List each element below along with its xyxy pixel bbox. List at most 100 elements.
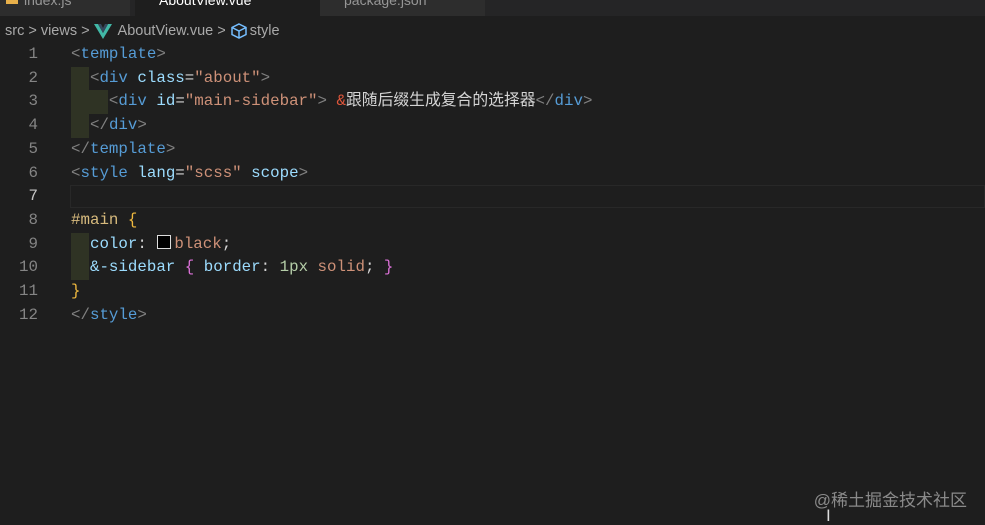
code-token: black [174, 234, 222, 253]
code-text: <div id="main-sidebar"> &跟随后缀生成复合的选择器</d… [71, 90, 593, 114]
code-token: : [137, 234, 157, 253]
json-file-icon [326, 0, 338, 4]
code-token: style [80, 163, 128, 182]
code-token: color [89, 234, 138, 253]
code-token: < [108, 92, 119, 111]
code-token: "about" [194, 68, 261, 87]
code-token: div [554, 92, 583, 111]
line-number: 3 [28, 92, 38, 111]
code-token: div [99, 68, 128, 87]
breadcrumb-item-symbol[interactable]: style [250, 23, 280, 39]
line-number: 1 [28, 45, 38, 63]
code-token: id [156, 92, 176, 111]
code-token: </ [535, 92, 555, 111]
breadcrumb: src > views > AboutView.vue > style [5, 20, 280, 42]
code-line[interactable]: 5 </template> [0, 138, 985, 162]
line-number: 7 [28, 187, 38, 206]
code-line[interactable]: 10 &-sidebar { border: 1px solid; } [0, 256, 985, 280]
code-text: </div> [71, 114, 147, 138]
tab-label: AboutView.vue [159, 0, 252, 8]
code-text: #main { [71, 209, 137, 233]
line-number: 6 [28, 163, 38, 182]
code-token: > [582, 92, 593, 111]
code-token: class [137, 68, 185, 87]
code-line[interactable]: 2 <div class="about"> [0, 67, 985, 91]
code-text: </template> [71, 138, 175, 162]
code-token: lang [137, 163, 176, 182]
code-token: </ [71, 139, 90, 158]
code-text: &-sidebar { border: 1px solid; } [71, 256, 393, 280]
code-text: <template> [71, 43, 166, 67]
code-line[interactable]: 1 <template> [0, 43, 985, 67]
code-line[interactable]: 9 color: black; [0, 233, 985, 257]
cube-icon [230, 23, 247, 40]
code-token: = [175, 92, 185, 111]
js-file-icon [6, 0, 18, 4]
code-token: } [383, 258, 394, 277]
breadcrumb-item-file[interactable]: AboutView.vue [118, 23, 214, 39]
color-swatch-icon[interactable] [157, 234, 172, 249]
code-line[interactable]: 11} [0, 280, 985, 304]
code-token: div [118, 92, 147, 111]
tab-label: index.js [24, 0, 72, 8]
code-line[interactable]: 6 <style lang="scss" scope> [0, 162, 985, 186]
line-number: 9 [28, 234, 38, 253]
tab-index-js[interactable]: index.js [0, 0, 130, 16]
tab-label: package.json [344, 0, 427, 8]
code-text: </style> [71, 304, 147, 328]
code-token: > [298, 163, 309, 182]
code-token: #main [71, 210, 119, 229]
code-token: { [184, 258, 195, 277]
tab-package-json[interactable]: package.json [320, 0, 485, 16]
code-token: > [137, 116, 147, 135]
breadcrumb-item-src[interactable]: src [5, 23, 24, 39]
tab-about-view[interactable]: AboutView.vue [135, 0, 320, 16]
code-line[interactable]: 7 [0, 185, 985, 209]
code-token: border [203, 258, 261, 277]
code-token: "main-sidebar" [184, 92, 318, 111]
code-token: 跟随后缀生成复合的选择器 [345, 92, 536, 111]
code-line[interactable]: 8 #main { [0, 209, 985, 233]
tab-bar: index.js AboutView.vue package.json [0, 0, 985, 16]
line-number: 10 [19, 258, 38, 277]
line-number: 2 [28, 68, 38, 87]
line-number: 12 [19, 305, 38, 324]
current-line-highlight [70, 185, 985, 209]
code-token: </ [89, 116, 109, 135]
code-line[interactable]: 12 </style> [0, 304, 985, 328]
code-token: ; [221, 234, 232, 253]
code-token: </ [71, 305, 90, 324]
code-token: div [108, 116, 138, 135]
code-token: > [317, 92, 327, 111]
vue-icon [93, 24, 112, 40]
code-token: > [156, 45, 166, 63]
breadcrumb-item-views[interactable]: views [41, 23, 77, 39]
code-line[interactable]: 4 </div> [0, 114, 985, 138]
code-token: = [175, 163, 185, 182]
line-number: 4 [28, 116, 38, 135]
code-token: & [336, 92, 346, 111]
code-text: <style lang="scss" scope> [71, 162, 308, 186]
code-line[interactable]: 3 <div id="main-sidebar"> &跟随后缀生成复合的选择器<… [0, 90, 985, 114]
breadcrumb-separator: > [28, 23, 37, 40]
code-token: > [137, 305, 147, 324]
line-number: 8 [28, 210, 38, 229]
code-text: color: black; [71, 233, 231, 257]
code-token: solid [317, 258, 365, 277]
code-text: } [71, 280, 80, 304]
code-token: "scss" [184, 163, 242, 182]
code-token: = [184, 68, 195, 87]
watermark: @稀土掘金技术社区 [813, 491, 967, 510]
